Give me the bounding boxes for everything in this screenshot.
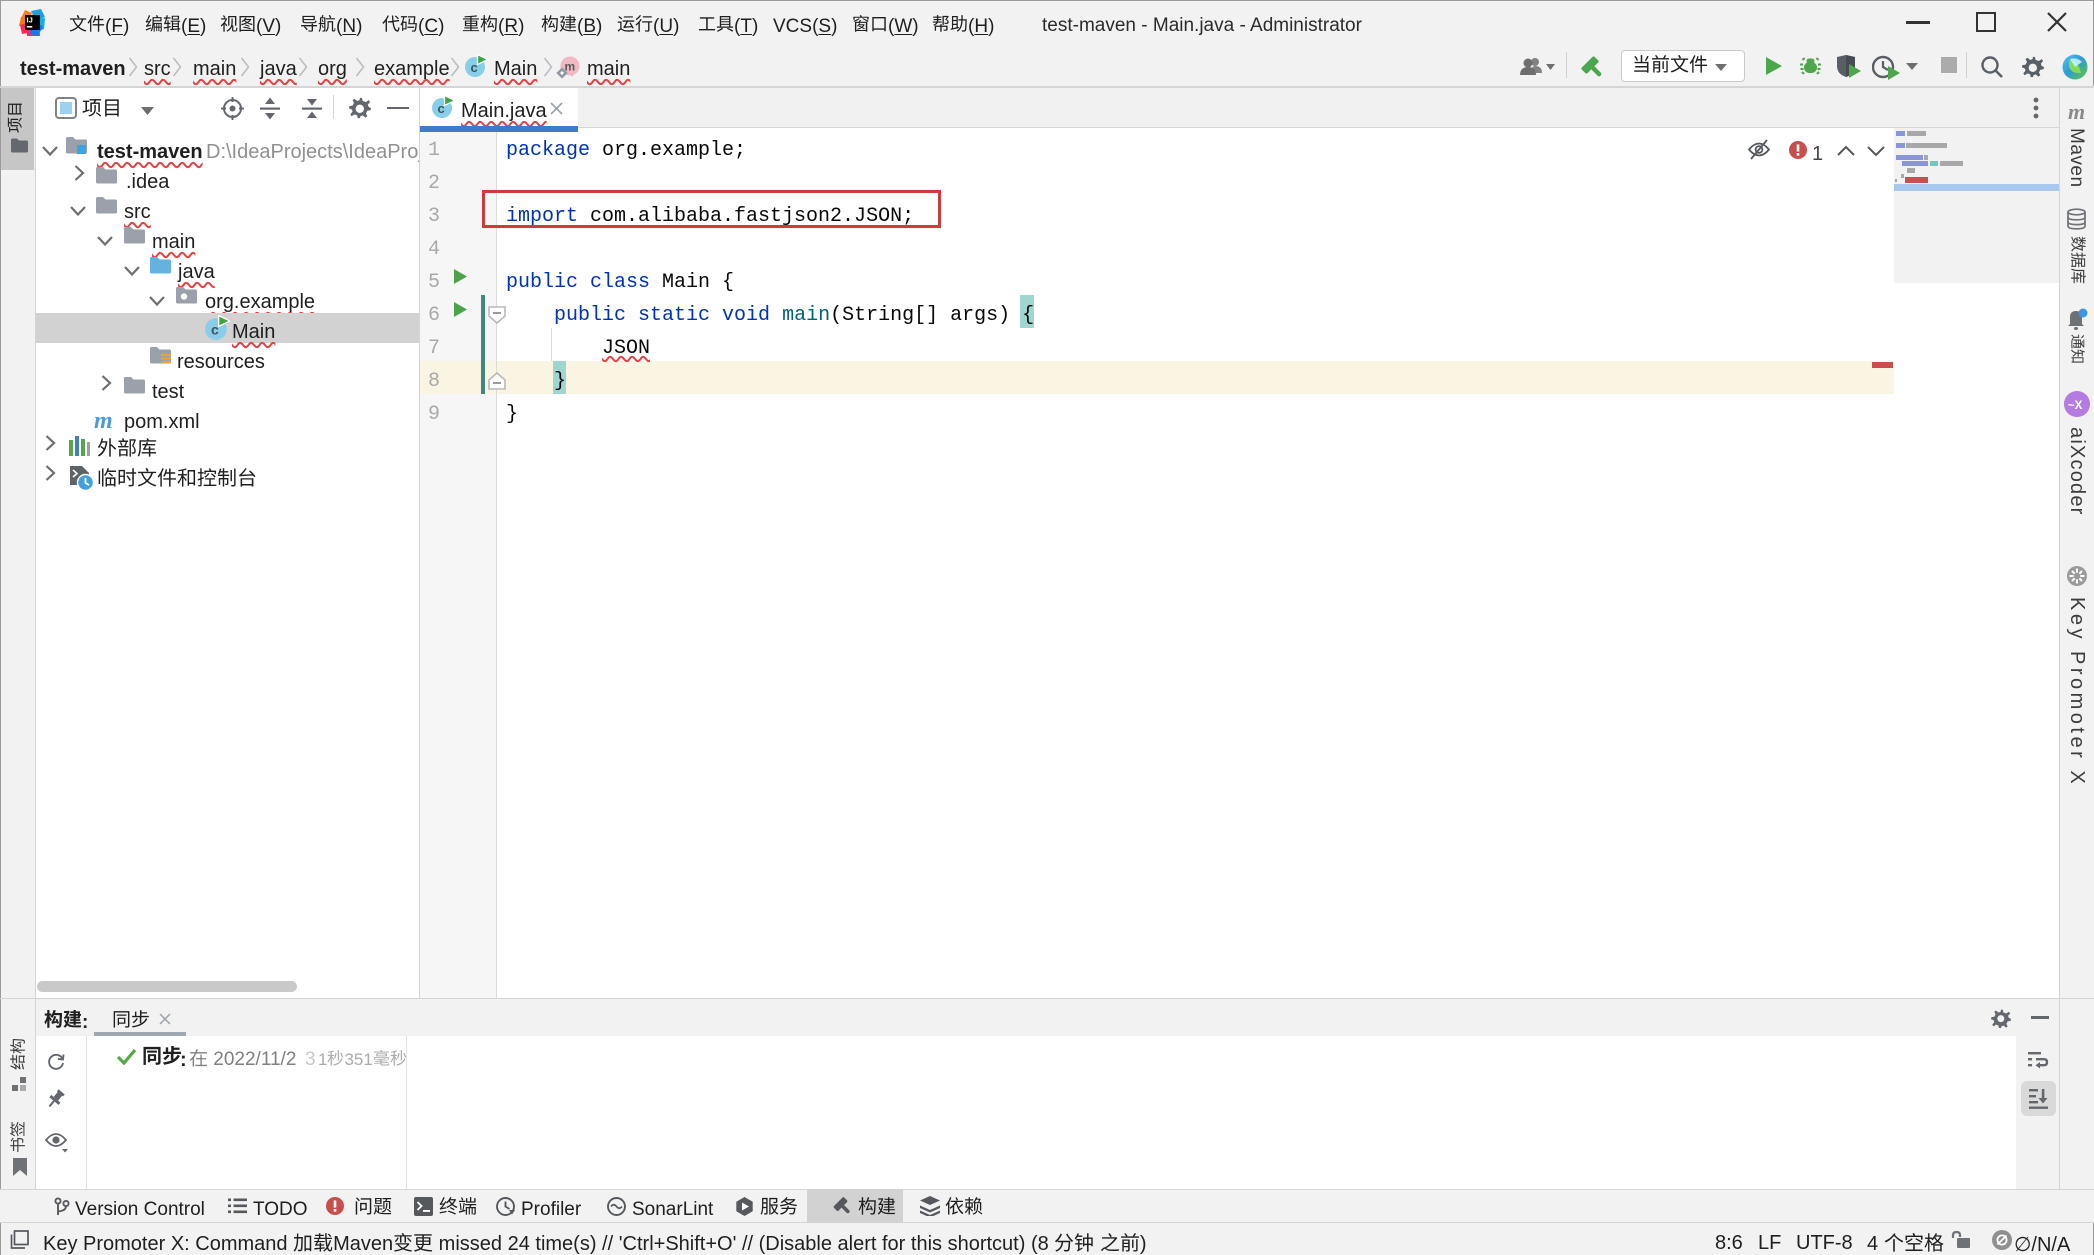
svg-text:IJ: IJ (27, 16, 33, 25)
svg-text:~X: ~X (2068, 400, 2083, 412)
svg-text:c: c (211, 322, 219, 338)
svg-text:c: c (471, 60, 478, 75)
svg-text:m: m (565, 60, 576, 74)
svg-text:c: c (438, 101, 445, 116)
